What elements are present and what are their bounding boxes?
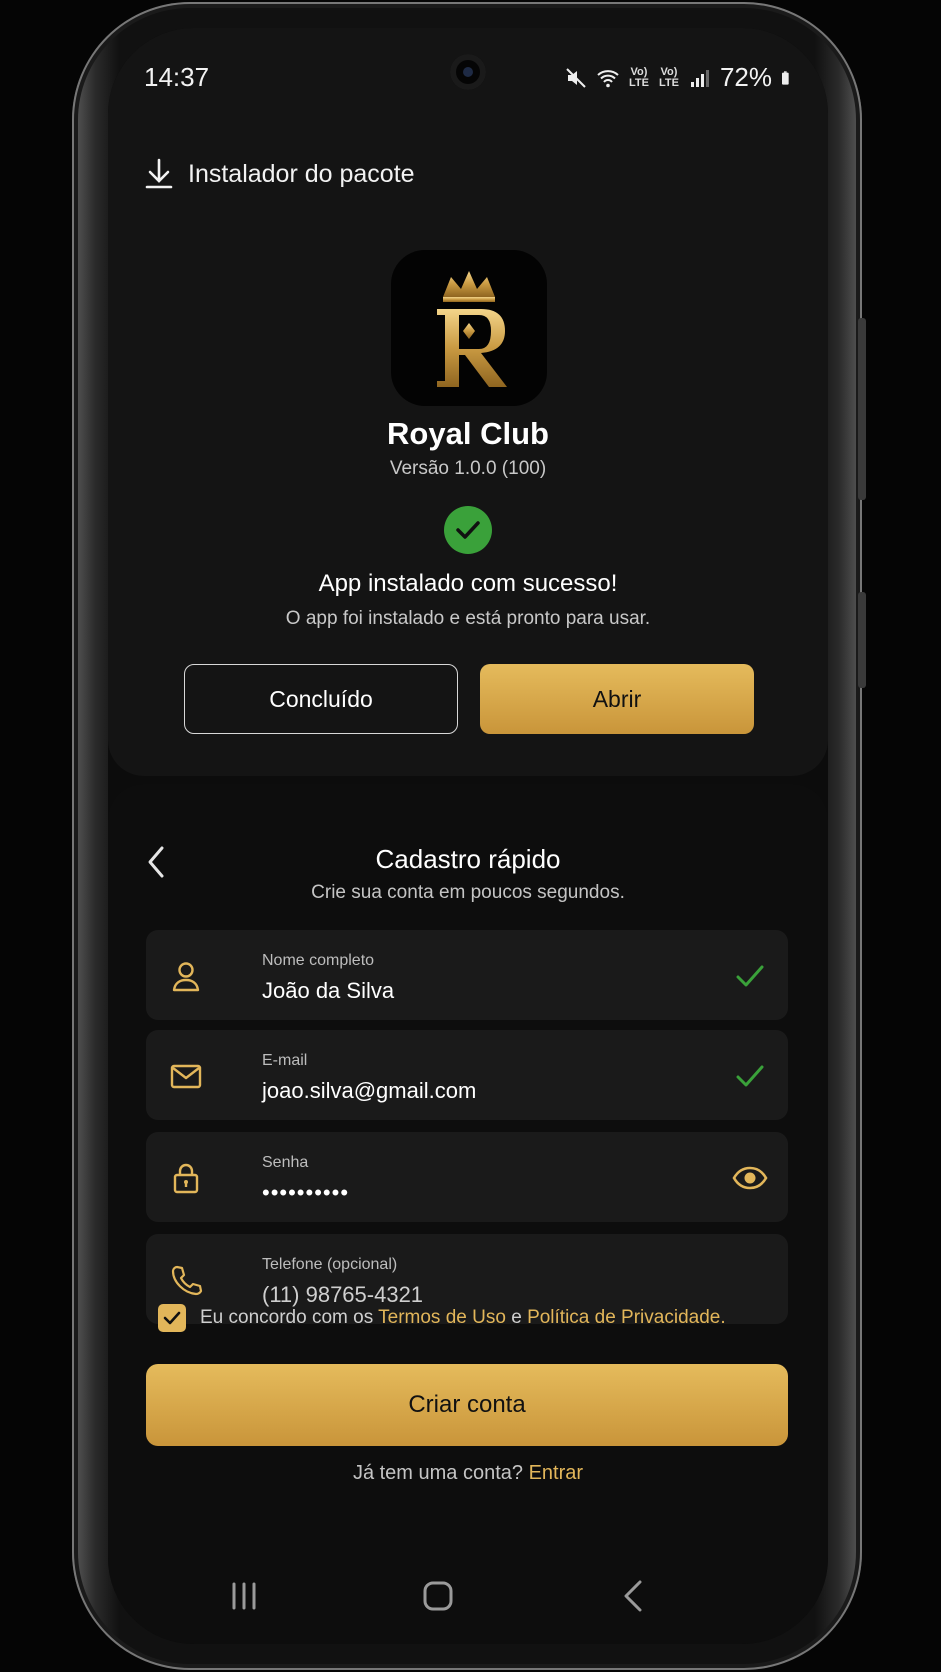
user-icon [172, 962, 200, 992]
login-row: Já tem uma conta? Entrar [108, 1462, 828, 1485]
login-link[interactable]: Entrar [529, 1462, 583, 1484]
recent-apps-icon[interactable] [224, 1576, 264, 1616]
signal-icon [690, 69, 709, 87]
front-camera [450, 54, 486, 90]
terms-agreement: Eu concordo com os Termos de Uso e Polít… [158, 1304, 726, 1332]
email-field[interactable]: E-mail joao.silva@gmail.com [146, 1030, 788, 1120]
register-subtitle: Crie sua conta em poucos segundos. [311, 882, 625, 903]
checkmark-icon [736, 1065, 764, 1087]
app-icon [391, 250, 547, 406]
checkmark-icon [736, 965, 764, 987]
eye-icon[interactable] [732, 1160, 768, 1196]
checkmark-icon [163, 1311, 181, 1325]
power-button [858, 592, 866, 688]
password-label: Senha [262, 1154, 309, 1171]
battery-percent: 72% [719, 62, 772, 92]
volume-button [858, 318, 866, 500]
phone-icon [171, 1265, 203, 1296]
terms-link[interactable]: Termos de Uso [378, 1307, 506, 1328]
back-icon[interactable] [614, 1576, 654, 1616]
open-button[interactable]: Abrir [480, 664, 754, 734]
name-field[interactable]: Nome completo João da Silva [146, 930, 788, 1020]
name-label: Nome completo [262, 952, 375, 969]
agree-and: e [511, 1307, 522, 1328]
done-button[interactable]: Concluído [184, 664, 458, 734]
agree-suffix: . [720, 1307, 726, 1328]
app-name: Royal Club [387, 416, 549, 451]
phone-label: Telefone (opcional) [262, 1256, 398, 1273]
success-title: App instalado com sucesso! [318, 570, 618, 597]
app-version: Versão 1.0.0 (100) [389, 458, 547, 479]
mute-vibrate-icon [566, 67, 586, 88]
privacy-link[interactable]: Política de Privacidade [527, 1307, 720, 1328]
volte-indicator-1: Vo) LTE [628, 65, 649, 89]
success-subtitle: O app foi instalado e está pronto para u… [285, 608, 651, 629]
phone-screen: 14:37 Vo) LTE Vo) LTE 72% Instalador do … [108, 28, 828, 1644]
home-icon[interactable] [418, 1576, 458, 1616]
email-value[interactable]: joao.silva@gmail.com [262, 1078, 682, 1104]
register-title: Cadastro rápido [375, 844, 561, 874]
password-value[interactable]: •••••••••• [262, 1180, 682, 1206]
wifi-icon [597, 69, 619, 87]
terms-checkbox[interactable] [158, 1304, 186, 1332]
installer-card: 14:37 Vo) LTE Vo) LTE 72% Instalador do … [108, 28, 828, 776]
login-prompt: Já tem uma conta? [352, 1462, 524, 1484]
register-card: Cadastro rápido Crie sua conta em poucos… [108, 784, 828, 1644]
navigation-bar [108, 1576, 828, 1644]
password-field[interactable]: Senha •••••••••• [146, 1132, 788, 1222]
create-account-button[interactable]: Criar conta [146, 1364, 788, 1446]
name-value[interactable]: João da Silva [262, 978, 682, 1004]
check-circle-icon [444, 506, 492, 554]
volte-indicator-2: Vo) LTE [658, 65, 679, 89]
battery-icon [782, 70, 789, 85]
mail-icon [170, 1064, 202, 1089]
royal-crown-r-logo [437, 271, 507, 387]
email-label: E-mail [262, 1052, 308, 1069]
status-icons: Vo) LTE Vo) LTE 72% [564, 62, 796, 93]
installer-title: Instalador do pacote [188, 159, 415, 188]
agree-prefix: Eu concordo com os [200, 1307, 374, 1328]
installer-header: Instalador do pacote [144, 158, 415, 190]
lock-icon [173, 1163, 199, 1194]
status-time: 14:37 [144, 62, 210, 92]
download-icon [145, 158, 173, 189]
status-bar: 14:37 Vo) LTE Vo) LTE 72% [108, 28, 828, 128]
